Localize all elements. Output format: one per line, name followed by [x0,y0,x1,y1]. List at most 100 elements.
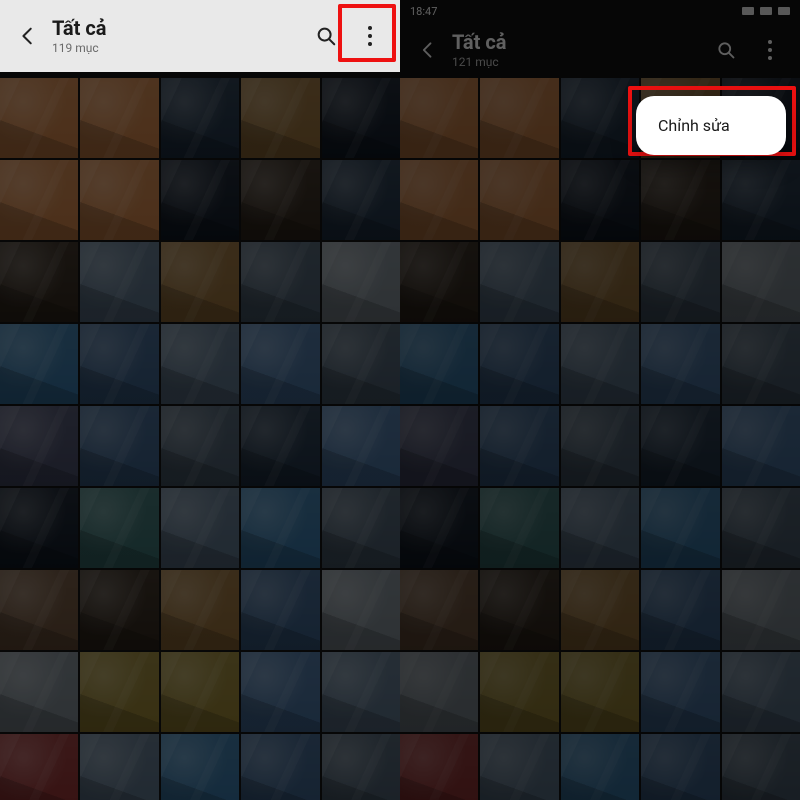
status-time: 18:47 [410,5,437,18]
photo-thumbnail[interactable] [322,652,400,732]
photo-thumbnail[interactable] [80,324,158,404]
photo-thumbnail[interactable] [322,160,400,240]
search-button[interactable] [304,14,348,58]
photo-thumbnail[interactable] [0,488,78,568]
page-title: Tất cả [52,17,304,39]
photo-thumbnail[interactable] [641,570,719,650]
photo-thumbnail[interactable] [400,324,478,404]
photo-thumbnail[interactable] [161,734,239,800]
photo-thumbnail[interactable] [561,652,639,732]
photo-thumbnail[interactable] [641,734,719,800]
photo-thumbnail[interactable] [400,652,478,732]
photo-thumbnail[interactable] [322,78,400,158]
photo-thumbnail[interactable] [241,160,319,240]
photo-thumbnail[interactable] [241,324,319,404]
photo-thumbnail[interactable] [0,570,78,650]
photo-thumbnail[interactable] [561,78,639,158]
photo-thumbnail[interactable] [0,78,78,158]
photo-thumbnail[interactable] [722,734,800,800]
photo-thumbnail[interactable] [722,324,800,404]
photo-thumbnail[interactable] [322,488,400,568]
photo-thumbnail[interactable] [561,160,639,240]
photo-thumbnail[interactable] [480,242,558,322]
photo-thumbnail[interactable] [80,406,158,486]
photo-thumbnail[interactable] [0,406,78,486]
photo-thumbnail[interactable] [722,652,800,732]
photo-thumbnail[interactable] [561,570,639,650]
photo-thumbnail[interactable] [722,488,800,568]
menu-item-edit[interactable]: Chỉnh sửa [636,106,786,145]
photo-thumbnail[interactable] [641,160,719,240]
photo-thumbnail[interactable] [400,406,478,486]
back-button[interactable] [8,16,48,56]
photo-thumbnail[interactable] [0,324,78,404]
photo-thumbnail[interactable] [241,652,319,732]
photo-thumbnail[interactable] [241,488,319,568]
photo-thumbnail[interactable] [561,324,639,404]
photo-thumbnail[interactable] [322,242,400,322]
search-icon [315,25,337,47]
photo-thumbnail[interactable] [161,242,239,322]
photo-thumbnail[interactable] [480,324,558,404]
photo-thumbnail[interactable] [722,160,800,240]
photo-thumbnail[interactable] [480,160,558,240]
more-options-button[interactable] [348,14,392,58]
photo-thumbnail[interactable] [241,242,319,322]
photo-thumbnail[interactable] [161,324,239,404]
photo-thumbnail[interactable] [161,406,239,486]
photo-thumbnail[interactable] [161,160,239,240]
photo-thumbnail[interactable] [722,570,800,650]
photo-thumbnail[interactable] [480,570,558,650]
photo-thumbnail[interactable] [80,242,158,322]
photo-thumbnail[interactable] [400,242,478,322]
photo-thumbnail[interactable] [322,406,400,486]
search-button[interactable] [704,28,748,72]
photo-thumbnail[interactable] [241,734,319,800]
more-options-button[interactable] [748,28,792,72]
photo-thumbnail[interactable] [480,652,558,732]
photo-thumbnail[interactable] [80,160,158,240]
photo-thumbnail[interactable] [80,570,158,650]
photo-thumbnail[interactable] [400,488,478,568]
photo-thumbnail[interactable] [641,242,719,322]
photo-thumbnail[interactable] [400,78,478,158]
photo-thumbnail[interactable] [80,78,158,158]
photo-thumbnail[interactable] [161,652,239,732]
photo-thumbnail[interactable] [0,652,78,732]
photo-thumbnail[interactable] [400,734,478,800]
photo-thumbnail[interactable] [641,324,719,404]
photo-thumbnail[interactable] [80,652,158,732]
photo-grid-left[interactable] [0,0,400,800]
photo-thumbnail[interactable] [0,242,78,322]
photo-thumbnail[interactable] [241,406,319,486]
photo-thumbnail[interactable] [480,406,558,486]
photo-thumbnail[interactable] [322,570,400,650]
photo-thumbnail[interactable] [0,160,78,240]
photo-thumbnail[interactable] [80,734,158,800]
photo-thumbnail[interactable] [722,406,800,486]
back-button[interactable] [408,30,448,70]
photo-thumbnail[interactable] [322,324,400,404]
photo-thumbnail[interactable] [480,488,558,568]
photo-thumbnail[interactable] [161,488,239,568]
photo-thumbnail[interactable] [241,78,319,158]
photo-thumbnail[interactable] [161,570,239,650]
photo-thumbnail[interactable] [400,160,478,240]
photo-thumbnail[interactable] [322,734,400,800]
photo-thumbnail[interactable] [161,78,239,158]
photo-thumbnail[interactable] [561,734,639,800]
photo-thumbnail[interactable] [480,734,558,800]
photo-thumbnail[interactable] [561,406,639,486]
photo-thumbnail[interactable] [241,570,319,650]
photo-thumbnail[interactable] [641,406,719,486]
photo-thumbnail[interactable] [641,488,719,568]
photo-thumbnail[interactable] [561,242,639,322]
photo-thumbnail[interactable] [722,242,800,322]
photo-thumbnail[interactable] [641,652,719,732]
arrow-left-icon [17,25,39,47]
photo-thumbnail[interactable] [561,488,639,568]
photo-thumbnail[interactable] [480,78,558,158]
photo-thumbnail[interactable] [0,734,78,800]
photo-thumbnail[interactable] [400,570,478,650]
photo-thumbnail[interactable] [80,488,158,568]
